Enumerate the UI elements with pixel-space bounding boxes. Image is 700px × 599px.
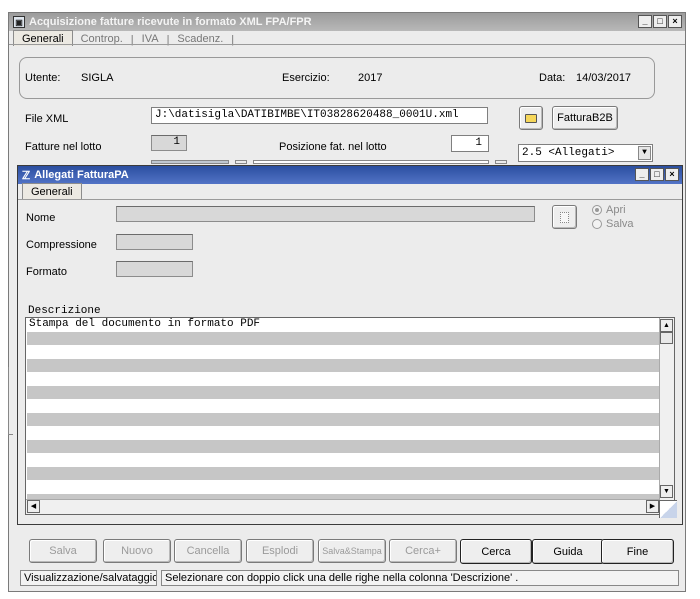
close-icon[interactable]: × (668, 15, 682, 28)
radio-apri-icon (592, 205, 602, 215)
table-row[interactable] (27, 399, 659, 413)
dialog-close-icon[interactable]: × (665, 168, 679, 181)
descrizione-label: Descrizione (28, 305, 101, 317)
tab-divider (9, 44, 685, 45)
dialog-tab-generali[interactable]: Generali (22, 183, 82, 199)
vertical-scrollbar[interactable]: ▲ ▼ (659, 318, 674, 501)
compressione-field (116, 234, 193, 250)
utente-label: Utente: (25, 72, 61, 84)
nuovo-button[interactable]: Nuovo (103, 539, 171, 563)
table-row[interactable] (27, 453, 659, 467)
radio-salva-label: Salva (606, 218, 634, 230)
table-row[interactable]: Stampa del documento in formato PDF (27, 318, 659, 332)
status-left: Visualizzazione/salvataggio. (20, 570, 157, 586)
table-row[interactable] (27, 372, 659, 386)
posizione-label: Posizione fat. nel lotto (279, 141, 387, 153)
fine-button[interactable]: Fine (601, 539, 674, 564)
table-row[interactable] (27, 331, 659, 345)
dialog-tab-divider (18, 199, 682, 200)
horizontal-scrollbar[interactable]: ◀ ▶ (26, 499, 660, 514)
compressione-label: Compressione (26, 239, 97, 251)
file-xml-label: File XML (25, 113, 69, 125)
table-row[interactable] (27, 439, 659, 453)
maximize-icon[interactable]: □ (653, 15, 667, 28)
hidden-field (151, 160, 229, 164)
main-window-title: Acquisizione fatture ricevute in formato… (29, 16, 312, 28)
salva-stampa-button[interactable]: Salva&Stampa (318, 539, 386, 563)
file-xml-input[interactable]: J:\datisigla\DATIBIMBE\IT03828620488_000… (151, 107, 488, 124)
table-row[interactable] (27, 345, 659, 359)
descrizione-grid[interactable]: Stampa del documento in formato PDF ▲ ▼ … (25, 317, 675, 515)
salva-button[interactable]: Salva (29, 539, 97, 563)
fatture-lotto-label: Fatture nel lotto (25, 141, 102, 153)
table-row[interactable] (27, 466, 659, 480)
scroll-thumb[interactable] (660, 332, 673, 344)
dialog-tabs: Generali (22, 183, 82, 199)
fatture-lotto-value: 1 (151, 135, 187, 151)
dialog-maximize-icon[interactable]: □ (650, 168, 664, 181)
guida-button[interactable]: Guida (532, 539, 604, 564)
posizione-input[interactable]: 1 (451, 135, 489, 152)
dialog-minimize-icon[interactable]: _ (635, 168, 649, 181)
main-window-edge (8, 367, 13, 435)
open-folder-button[interactable] (519, 106, 543, 130)
cancella-button[interactable]: Cancella (174, 539, 242, 563)
dialog-app-icon: ℤ (22, 169, 31, 182)
app-icon: ▣ (13, 16, 25, 28)
table-row[interactable] (27, 385, 659, 399)
esercizio-value: 2017 (358, 72, 383, 84)
browse-button[interactable] (552, 205, 577, 229)
table-row[interactable] (27, 412, 659, 426)
allegati-select[interactable]: 2.5 <Allegati> ▼ (518, 144, 653, 162)
nome-label: Nome (26, 212, 56, 224)
table-row[interactable] (27, 480, 659, 494)
chevron-down-icon[interactable]: ▼ (638, 146, 651, 160)
table-row[interactable] (27, 358, 659, 372)
radio-apri-label: Apri (606, 204, 626, 216)
status-right: Selezionare con doppio click una delle r… (161, 570, 679, 586)
utente-value: SIGLA (81, 72, 114, 84)
dialog-title: Allegati FatturaPA (34, 169, 129, 181)
hidden-input (253, 160, 489, 164)
fatturab2b-button[interactable]: FatturaB2B (552, 106, 618, 130)
nome-field (116, 206, 535, 222)
esercizio-label: Esercizio: (282, 72, 330, 84)
allegati-dialog: ℤ Allegati FatturaPA _ □ × Generali Nome… (17, 165, 683, 525)
scroll-down-icon[interactable]: ▼ (660, 485, 673, 498)
hidden-button (235, 160, 247, 164)
formato-label: Formato (26, 266, 67, 278)
document-icon (560, 211, 569, 223)
allegati-select-value: 2.5 <Allegati> (522, 147, 615, 159)
scroll-right-icon[interactable]: ▶ (646, 500, 659, 513)
table-row[interactable] (27, 426, 659, 440)
main-titlebar[interactable]: ▣ Acquisizione fatture ricevute in forma… (9, 13, 685, 31)
folder-icon (525, 113, 537, 123)
scroll-left-icon[interactable]: ◀ (27, 500, 40, 513)
formato-field (116, 261, 193, 277)
data-label: Data: (539, 72, 566, 84)
radio-salva[interactable]: Salva (592, 218, 634, 230)
cerca-plus-button[interactable]: Cerca+ (389, 539, 457, 563)
dialog-titlebar[interactable]: ℤ Allegati FatturaPA _ □ × (18, 166, 682, 184)
data-value: 14/03/2017 (576, 72, 632, 84)
scroll-up-icon[interactable]: ▲ (660, 319, 673, 332)
hidden-button-2 (495, 160, 507, 164)
cerca-button[interactable]: Cerca (460, 539, 532, 564)
resize-grip-icon[interactable] (659, 500, 677, 518)
esplodi-button[interactable]: Esplodi (246, 539, 314, 563)
radio-apri[interactable]: Apri (592, 204, 626, 216)
radio-salva-icon (592, 219, 602, 229)
minimize-icon[interactable]: _ (638, 15, 652, 28)
